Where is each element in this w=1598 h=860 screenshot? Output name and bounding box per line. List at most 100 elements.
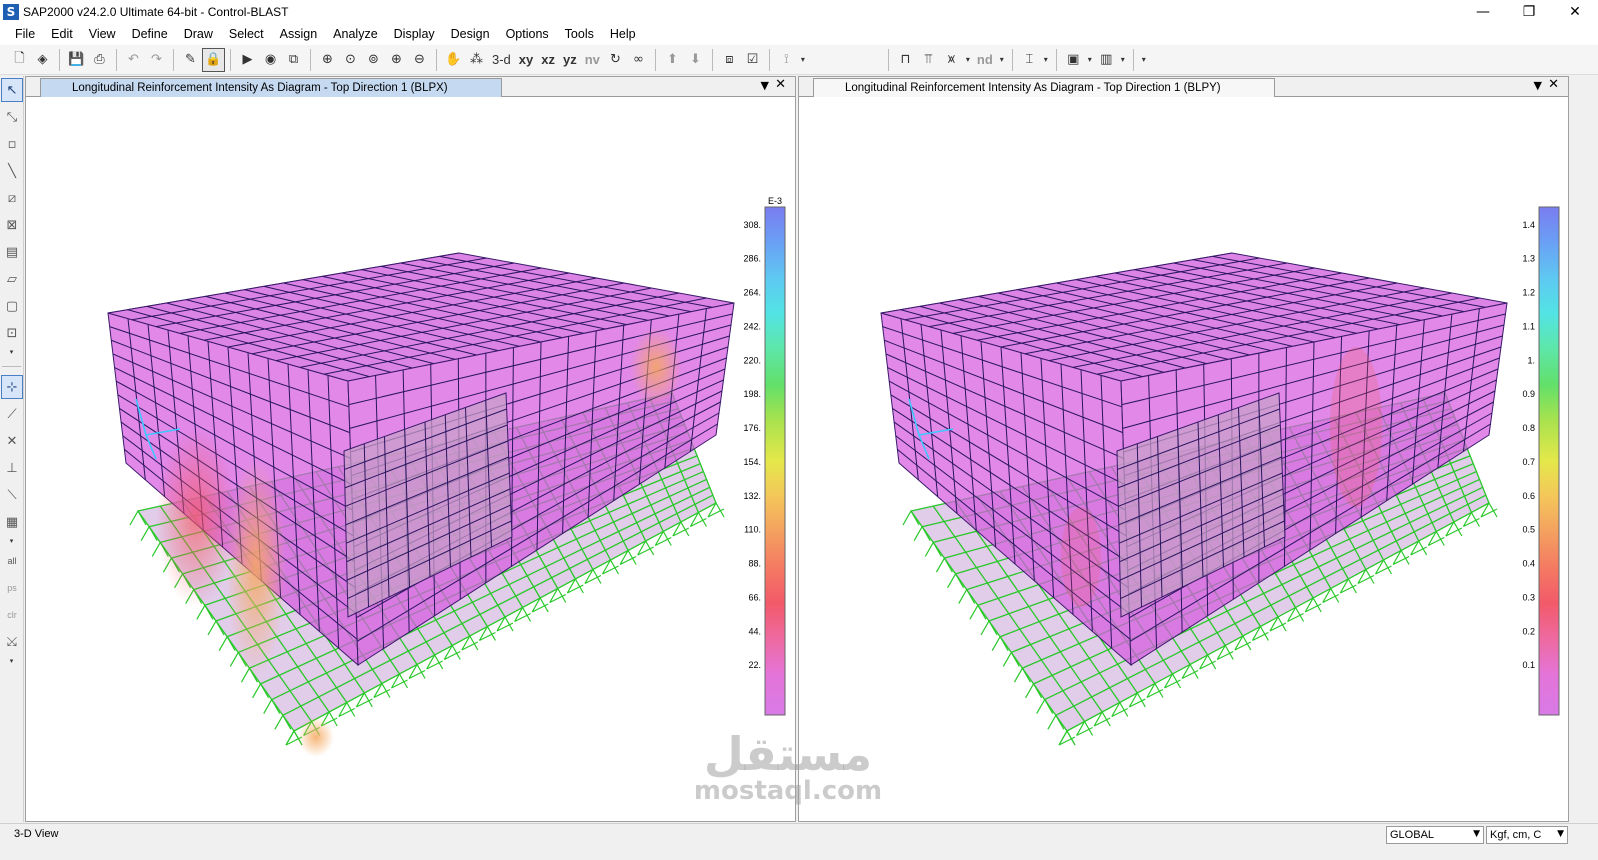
snap-points-icon[interactable]: ⊹ xyxy=(1,375,23,399)
sap2000-app-icon[interactable]: S xyxy=(3,3,19,20)
view-yz-button[interactable]: yz xyxy=(559,48,581,72)
close-pane-icon[interactable]: ✕ xyxy=(775,77,786,92)
menu-define[interactable]: Define xyxy=(124,27,176,41)
snap-tools-dropdown-icon[interactable]: ▾ xyxy=(0,537,23,547)
zoom-in-icon[interactable]: ⊕ xyxy=(385,48,408,72)
quick-draw-secondary-beam-icon[interactable]: ▤ xyxy=(1,240,23,264)
draw-poly-area-icon[interactable]: ▱ xyxy=(1,267,23,291)
chevron-down-icon[interactable]: ▼ xyxy=(1534,79,1542,92)
clear-selection-button[interactable]: clr xyxy=(1,603,23,627)
chevron-down-icon[interactable]: ▼ xyxy=(761,79,769,92)
save-icon[interactable]: 💾 xyxy=(65,48,88,72)
left-model-window[interactable]: Longitudinal Reinforcement Intensity As … xyxy=(25,76,796,822)
snap-perpendicular-icon[interactable]: ⊥ xyxy=(1,456,23,480)
reshaper-icon[interactable]: ⤡ xyxy=(1,105,23,129)
view-3d-button[interactable]: 3-d xyxy=(488,48,515,72)
set-limits-dropdown-icon[interactable]: ▾ xyxy=(798,55,808,64)
right-pane-tab-bar: Longitudinal Reinforcement Intensity As … xyxy=(799,77,1568,97)
show-deformed-shape-icon[interactable]: ⊓ xyxy=(894,48,917,72)
menu-options[interactable]: Options xyxy=(498,27,557,41)
select-tools-dropdown-icon[interactable]: ▾ xyxy=(0,657,23,667)
minimize-icon[interactable]: — xyxy=(1460,0,1506,23)
open-model-icon[interactable]: ◈ xyxy=(31,48,54,72)
snap-fine-grid-icon[interactable]: ▦ xyxy=(1,510,23,534)
menu-file[interactable]: File xyxy=(7,27,43,41)
menu-assign[interactable]: Assign xyxy=(272,27,326,41)
right-model-window[interactable]: Longitudinal Reinforcement Intensity As … xyxy=(798,76,1569,822)
lock-model-icon[interactable]: 🔒 xyxy=(202,47,225,72)
menu-view[interactable]: View xyxy=(81,27,124,41)
show-tables-icon[interactable]: ▣ xyxy=(1062,48,1085,72)
units-select[interactable]: Kgf, cm, C ▼ xyxy=(1486,826,1568,844)
view-nv-button[interactable]: nv xyxy=(581,48,604,72)
snap-intersections-icon[interactable]: ✕ xyxy=(1,429,23,453)
intersecting-line-select-icon[interactable]: ⤩ xyxy=(1,630,23,654)
quick-draw-frame-icon[interactable]: ⧄ xyxy=(1,186,23,210)
move-down-icon[interactable]: ⬇ xyxy=(684,48,707,72)
menu-analyze[interactable]: Analyze xyxy=(325,27,385,41)
restore-icon[interactable]: ❐ xyxy=(1506,0,1552,23)
perspective-toggle-icon[interactable]: ∞ xyxy=(627,48,650,72)
draw-rect-area-icon[interactable]: ▢ xyxy=(1,294,23,318)
menu-help[interactable]: Help xyxy=(602,27,644,41)
pointer-select-icon[interactable]: ↖ xyxy=(1,78,23,102)
legend-tick-label: 0.2 xyxy=(1522,626,1535,636)
left-3d-view[interactable]: E-3 308. 286. 264. 242. 220. 198. 176. 154. 132.… xyxy=(26,97,795,821)
menu-display[interactable]: Display xyxy=(386,27,443,41)
nd-button[interactable]: nd xyxy=(973,48,997,72)
draw-tools-dropdown-icon[interactable]: ▾ xyxy=(0,348,23,358)
stress-hotspot xyxy=(1061,507,1101,607)
pan-icon[interactable]: ✋ xyxy=(442,48,465,72)
menu-draw[interactable]: Draw xyxy=(176,27,221,41)
design-icon[interactable]: ⌶ xyxy=(1018,48,1041,72)
draw-frame-icon[interactable]: ╲ xyxy=(1,159,23,183)
close-window-icon[interactable]: ✕ xyxy=(1552,0,1598,23)
restore-full-view-icon[interactable]: ⊙ xyxy=(339,48,362,72)
right-pane-tab[interactable]: Longitudinal Reinforcement Intensity As … xyxy=(813,78,1275,97)
new-model-icon[interactable]: 🗋 xyxy=(8,48,31,72)
design-dropdown-icon[interactable]: ▾ xyxy=(1041,55,1051,64)
show-frame-forces-icon[interactable]: ⩙ xyxy=(940,48,963,72)
draw-joint-icon[interactable]: ▫ xyxy=(1,132,23,156)
object-shrink-icon[interactable]: ⧈ xyxy=(718,48,741,72)
print-icon[interactable]: ⎙ xyxy=(88,48,111,72)
coordinate-system-select[interactable]: GLOBAL ▼ xyxy=(1386,826,1484,844)
menu-select[interactable]: Select xyxy=(221,27,272,41)
walk-icon[interactable]: ⁂ xyxy=(465,48,488,72)
previous-selection-button[interactable]: ps xyxy=(1,576,23,600)
show-forces-icon[interactable]: ⫪ xyxy=(917,48,940,72)
menu-edit[interactable]: Edit xyxy=(43,27,81,41)
menu-design[interactable]: Design xyxy=(443,27,498,41)
set-display-options-icon[interactable]: ☑ xyxy=(741,48,764,72)
close-pane-icon[interactable]: ✕ xyxy=(1548,77,1559,92)
view-xz-button[interactable]: xz xyxy=(537,48,559,72)
quick-draw-area-icon[interactable]: ⊡ xyxy=(1,321,23,345)
menu-tools[interactable]: Tools xyxy=(557,27,602,41)
run-analysis-icon[interactable]: ▶ xyxy=(236,48,259,72)
move-up-icon[interactable]: ⬆ xyxy=(661,48,684,72)
section-designer-icon[interactable]: ▥ xyxy=(1095,48,1118,72)
section-designer-dropdown-icon[interactable]: ▾ xyxy=(1118,55,1128,64)
refresh-view-icon[interactable]: ✎ xyxy=(179,48,202,72)
legend-tick-label: 0.8 xyxy=(1522,423,1535,433)
snap-lines-icon[interactable]: ⟍ xyxy=(1,483,23,507)
toolbar-overflow-icon[interactable]: ▾ xyxy=(1139,55,1149,64)
show-forces-dropdown-icon[interactable]: ▾ xyxy=(963,55,973,64)
rotate-view-icon[interactable]: ↻ xyxy=(604,48,627,72)
nd-dropdown-icon[interactable]: ▾ xyxy=(997,55,1007,64)
show-tables-dropdown-icon[interactable]: ▾ xyxy=(1085,55,1095,64)
view-xy-button[interactable]: xy xyxy=(515,48,537,72)
select-all-button[interactable]: all xyxy=(1,549,23,573)
model-alive-icon[interactable]: ⧉ xyxy=(282,48,305,72)
run-now-icon[interactable]: ◉ xyxy=(259,48,282,72)
rubber-band-zoom-icon[interactable]: ⊕ xyxy=(316,48,339,72)
zoom-out-icon[interactable]: ⊖ xyxy=(408,48,431,72)
right-3d-view[interactable]: 1.4 1.3 1.2 1.1 1. 0.9 0.8 0.7 0.6 0.5 0.4 0.3 0.2 0.… xyxy=(799,97,1568,821)
snap-ends-icon[interactable]: ⟋ xyxy=(1,402,23,426)
redo-icon[interactable]: ↷ xyxy=(145,48,168,72)
left-pane-tab[interactable]: Longitudinal Reinforcement Intensity As … xyxy=(40,78,502,97)
set-limits-icon[interactable]: ⟟ xyxy=(775,48,798,72)
restore-previous-zoom-icon[interactable]: ⊚ xyxy=(362,48,385,72)
undo-icon[interactable]: ↶ xyxy=(122,48,145,72)
quick-draw-brace-icon[interactable]: ⊠ xyxy=(1,213,23,237)
